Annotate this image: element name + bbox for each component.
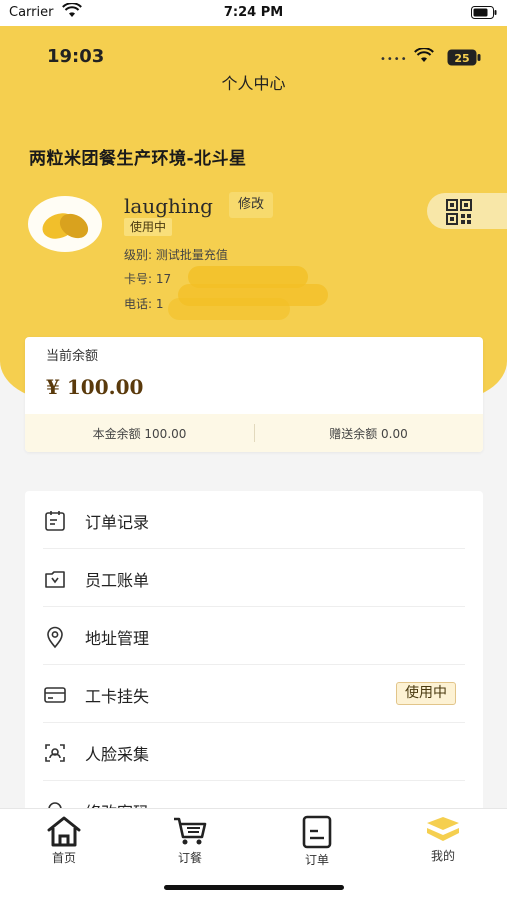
- system-status-bar: Carrier 7:24 PM: [0, 0, 507, 26]
- gift-balance: 赠送余额 0.00: [329, 427, 408, 441]
- menu-item-label: 地址管理: [85, 629, 150, 648]
- avatar-rice-icon: [42, 213, 89, 239]
- company-name: 两粒米团餐生产环境-北斗星: [29, 149, 247, 169]
- tab-home[interactable]: 首页: [29, 815, 99, 866]
- menu-item-order-records[interactable]: 订单记录: [25, 491, 483, 549]
- battery-icon: [471, 6, 497, 19]
- card-icon: [44, 687, 66, 703]
- signal-dots-icon: ••••: [380, 54, 408, 65]
- tab-label: 订餐: [177, 851, 202, 865]
- tab-order-food[interactable]: 订餐: [155, 815, 225, 866]
- menu-item-label: 工卡挂失: [85, 687, 150, 706]
- card-number-row: 卡号: 17: [124, 270, 171, 287]
- edit-profile-button[interactable]: 修改: [229, 192, 273, 218]
- menu-item-staff-bill[interactable]: 员工账单: [25, 549, 483, 607]
- page-title: 个人中心: [221, 74, 286, 93]
- level-value: 测试批量充值: [155, 248, 228, 262]
- battery-icon: 25: [447, 49, 481, 66]
- phone-label: 电话:: [124, 297, 153, 311]
- balance-breakdown: 本金余额 100.00 赠送余额 0.00: [25, 414, 483, 452]
- status-badge: 使用中: [124, 218, 173, 236]
- battery-level: 25: [454, 52, 469, 65]
- balance-amount: ¥ 100.00: [46, 375, 144, 399]
- menu-item-label: 员工账单: [85, 571, 150, 590]
- menu-item-label: 人脸采集: [85, 745, 150, 764]
- tab-mine[interactable]: 我的: [408, 815, 478, 864]
- qr-code-button[interactable]: [427, 193, 507, 229]
- username: laughing: [124, 194, 213, 218]
- avatar[interactable]: [28, 196, 102, 252]
- balance-card[interactable]: 当前余额 ¥ 100.00 本金余额 100.00 赠送余额 0.00: [25, 337, 483, 452]
- order-icon: [302, 815, 332, 849]
- menu-item-card-report-loss[interactable]: 工卡挂失 使用中: [25, 665, 483, 723]
- menu-item-face-capture[interactable]: 人脸采集: [25, 723, 483, 781]
- location-pin-icon: [47, 626, 63, 649]
- home-indicator: [164, 885, 344, 890]
- menu-item-address-management[interactable]: 地址管理: [25, 607, 483, 665]
- card-number-label: 卡号:: [124, 272, 153, 286]
- embedded-clock: 19:03: [47, 46, 105, 67]
- card-number-value: 17: [155, 272, 172, 286]
- calendar-icon: [45, 511, 65, 531]
- qr-code-icon: [446, 199, 472, 225]
- tab-label: 订单: [304, 853, 329, 867]
- wifi-icon: [414, 48, 434, 62]
- embedded-status-bar: 19:03 •••• 25: [0, 26, 507, 67]
- level-row: 级别: 测试批量充值: [124, 246, 228, 263]
- level-label: 级别:: [124, 248, 153, 262]
- card-status-badge: 使用中: [396, 682, 456, 705]
- tab-orders[interactable]: 订单: [282, 815, 352, 868]
- mine-icon: [427, 817, 459, 841]
- menu-item-label: 订单记录: [85, 513, 150, 532]
- phone-value: 1: [155, 297, 164, 311]
- face-scan-icon: [45, 744, 65, 762]
- system-clock: 7:24 PM: [223, 5, 284, 20]
- principal-balance: 本金余额 100.00: [92, 427, 187, 441]
- wallet-icon: [45, 571, 65, 588]
- cart-icon: [174, 817, 207, 845]
- balance-label: 当前余额: [46, 349, 99, 364]
- redaction-mark: [168, 298, 290, 320]
- phone-row: 电话: 1: [124, 295, 164, 312]
- tab-label: 首页: [51, 851, 76, 865]
- home-icon: [47, 816, 81, 847]
- tab-label: 我的: [430, 849, 455, 863]
- settings-menu: 订单记录 员工账单 地址管理 工卡挂失 使用中 人脸采集: [25, 491, 483, 821]
